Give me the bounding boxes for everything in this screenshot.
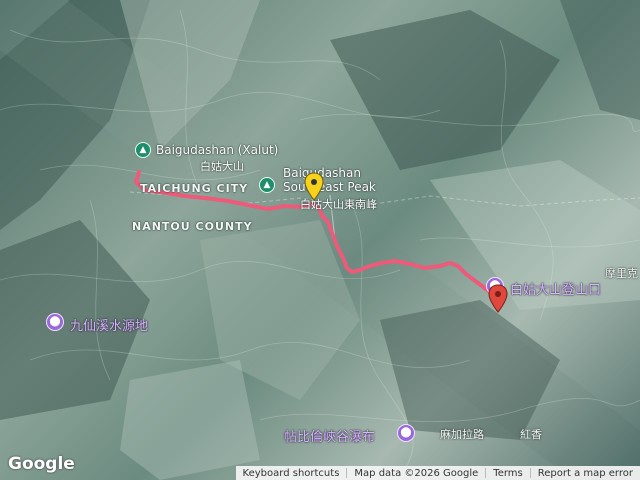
city-label-taichung: TAICHUNG CITY (140, 182, 249, 195)
place-label-baigudashan-zh: 白姑大山 (200, 160, 244, 173)
place-label-southeast-peak-line2[interactable]: Southeast Peak (283, 180, 376, 194)
road-label-majiala: 麻加拉路 (440, 428, 484, 441)
place-label-waterfall[interactable]: 帖比倫峽谷瀑布 (284, 426, 375, 445)
county-label-nantou: NANTOU COUNTY (132, 220, 253, 233)
peak-icon[interactable]: ▲ (135, 142, 151, 158)
water-source-icon[interactable]: ⬤ (46, 313, 64, 331)
place-label-trailhead[interactable]: 白姑大山登山口 (510, 279, 601, 298)
place-label-baigudashan[interactable]: Baigudashan (Xalut) (156, 143, 278, 157)
place-label-hongxiang: 紅香 (520, 428, 542, 441)
terms-link[interactable]: Terms (486, 468, 529, 479)
peak-icon[interactable]: ▲ (259, 177, 275, 193)
terrain-relief (0, 0, 640, 480)
start-marker-icon[interactable] (304, 172, 324, 202)
waterfall-icon[interactable]: ⬤ (397, 424, 415, 442)
place-label-jiuxian[interactable]: 九仙溪水源地 (70, 315, 148, 334)
attribution-bar: Keyboard shortcuts Map data ©2026 Google… (235, 466, 640, 480)
end-marker-icon[interactable] (488, 284, 508, 314)
keyboard-shortcuts-link[interactable]: Keyboard shortcuts (236, 468, 347, 479)
place-label-moli: 摩里克 (605, 267, 638, 280)
map-canvas[interactable]: ▲ Baigudashan (Xalut) 白姑大山 ▲ Baigudashan… (0, 0, 640, 480)
google-logo: Google (8, 454, 75, 474)
map-data-label: Map data ©2026 Google (354, 467, 479, 479)
report-map-error-link[interactable]: Report a map error (531, 468, 640, 479)
